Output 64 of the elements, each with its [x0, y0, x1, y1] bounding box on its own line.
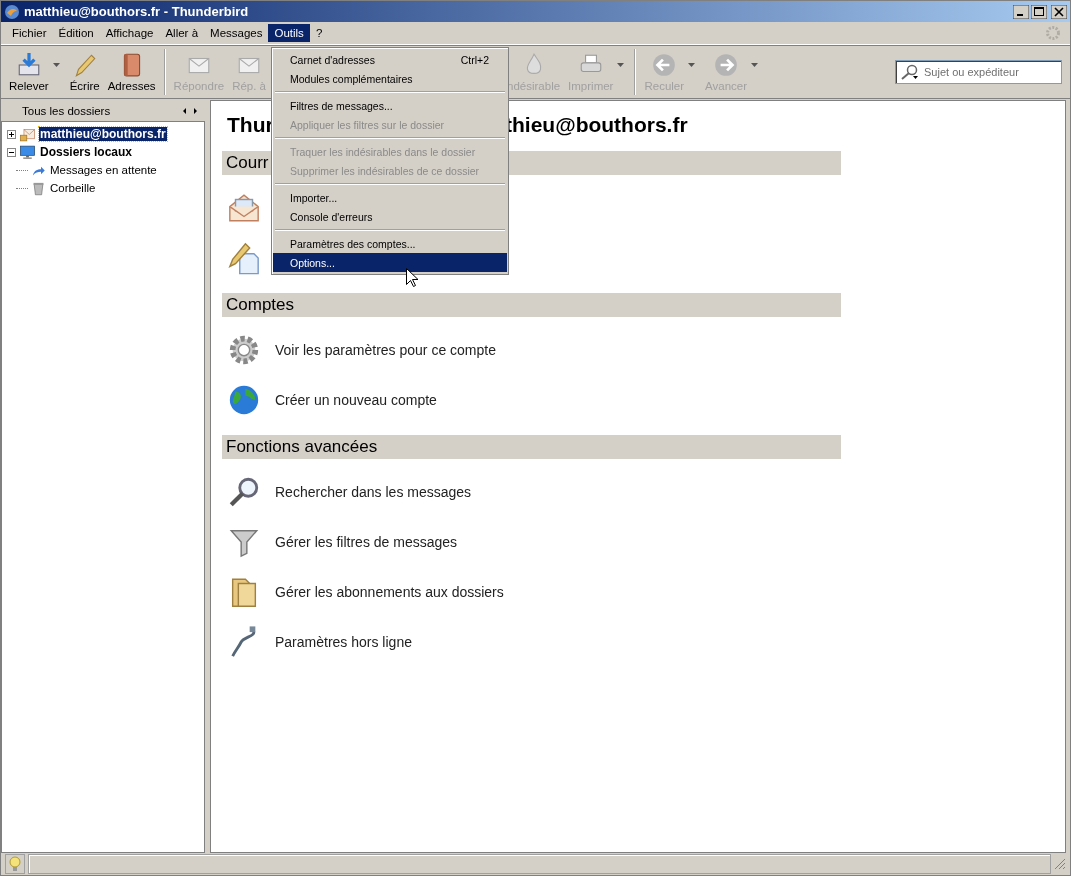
- folder-item[interactable]: matthieu@bouthors.fr: [39, 127, 167, 141]
- menu-item[interactable]: Fichier: [6, 24, 53, 42]
- spinner-icon: [1045, 25, 1061, 41]
- menu-item-label: Carnet d'adresses: [290, 53, 375, 66]
- maximize-button[interactable]: [1031, 4, 1047, 19]
- menu-item[interactable]: ?: [309, 24, 329, 42]
- resize-grip-icon[interactable]: [1054, 858, 1066, 870]
- menu-item[interactable]: Outils: [268, 24, 310, 42]
- gear-icon: [227, 333, 261, 367]
- menu-item[interactable]: Importer...: [273, 188, 507, 207]
- bird-icon: [4, 3, 20, 20]
- menu-item[interactable]: Filtres de messages...: [273, 96, 507, 115]
- folder-item[interactable]: Dossiers locaux: [39, 145, 134, 159]
- menu-item-label: Traquer les indésirables dans le dossier: [290, 145, 476, 158]
- menu-item[interactable]: Options...: [273, 253, 507, 272]
- close-button[interactable]: [1051, 4, 1067, 19]
- menu-item-label: Paramètres des comptes...: [290, 237, 416, 250]
- menu-item[interactable]: Aller à: [159, 24, 205, 42]
- expander-icon[interactable]: [7, 147, 16, 157]
- menu-item[interactable]: Modules complémentaires: [273, 69, 507, 88]
- action-link[interactable]: Gérer les filtres de messages: [275, 534, 458, 550]
- menu-item[interactable]: Paramètres des comptes...: [273, 234, 507, 253]
- folder-item[interactable]: Messages en attente: [49, 164, 158, 176]
- action-link[interactable]: Voir les paramètres pour ce compte: [275, 342, 496, 358]
- menu-item-label: Supprimer les indésirables de ce dossier: [290, 164, 480, 177]
- section-title: Courr: [226, 153, 269, 173]
- cursor-icon: [406, 268, 418, 287]
- menu-item-label: Modules complémentaires: [290, 72, 413, 85]
- monitor-icon: [19, 143, 36, 161]
- window-title: matthieu@bouthors.fr - Thunderbird: [24, 4, 249, 19]
- dropdown-arrow-icon[interactable]: [52, 63, 60, 67]
- trash-icon: [31, 180, 46, 196]
- scroll-arrows-icon[interactable]: [183, 107, 197, 114]
- section-title: Comptes: [226, 295, 295, 315]
- page-title: thieu@bouthors.fr: [505, 113, 688, 137]
- pencil-page-icon: [227, 241, 261, 275]
- shortcut-label: Ctrl+2: [460, 53, 489, 66]
- menu-item[interactable]: Messages: [204, 24, 269, 42]
- toolbar-button[interactable]: Adresses: [103, 50, 160, 94]
- page-title: Thur: [227, 113, 274, 136]
- toolbar-button[interactable]: Relever: [5, 50, 53, 94]
- globe-icon: [227, 383, 261, 417]
- menu-item[interactable]: Carnet d'adresses Ctrl+2: [273, 50, 507, 69]
- folder-item[interactable]: Corbeille: [49, 182, 97, 194]
- menu-item-label: Options...: [290, 256, 335, 269]
- action-link[interactable]: Rechercher dans les messages: [275, 484, 472, 500]
- minimize-button[interactable]: [1013, 4, 1029, 19]
- menu-item[interactable]: Affichage: [99, 24, 160, 42]
- menu-item[interactable]: Console d'erreurs: [273, 207, 507, 226]
- section-title: Fonctions avancées: [226, 437, 378, 457]
- menu-item[interactable]: Édition: [52, 24, 100, 42]
- action-link[interactable]: Créer un nouveau compte: [275, 392, 437, 408]
- search-field[interactable]: Sujet ou expéditeur: [895, 60, 1062, 84]
- magnifier-icon: [227, 475, 261, 509]
- menu-item-label: Console d'erreurs: [290, 210, 373, 223]
- toolbar-button[interactable]: Écrire: [65, 50, 104, 94]
- menu-item-label: Appliquer les filtres sur le dossier: [290, 118, 445, 131]
- expander-icon[interactable]: [7, 129, 16, 139]
- menu-item-label: Importer...: [290, 191, 338, 204]
- pane-header[interactable]: Tous les dossiers: [22, 104, 111, 117]
- menu-item-label: Filtres de messages...: [290, 99, 393, 112]
- action-link[interactable]: Gérer les abonnements aux dossiers: [275, 584, 504, 600]
- action-link[interactable]: Paramètres hors ligne: [275, 634, 412, 650]
- lightbulb-icon: [9, 856, 21, 872]
